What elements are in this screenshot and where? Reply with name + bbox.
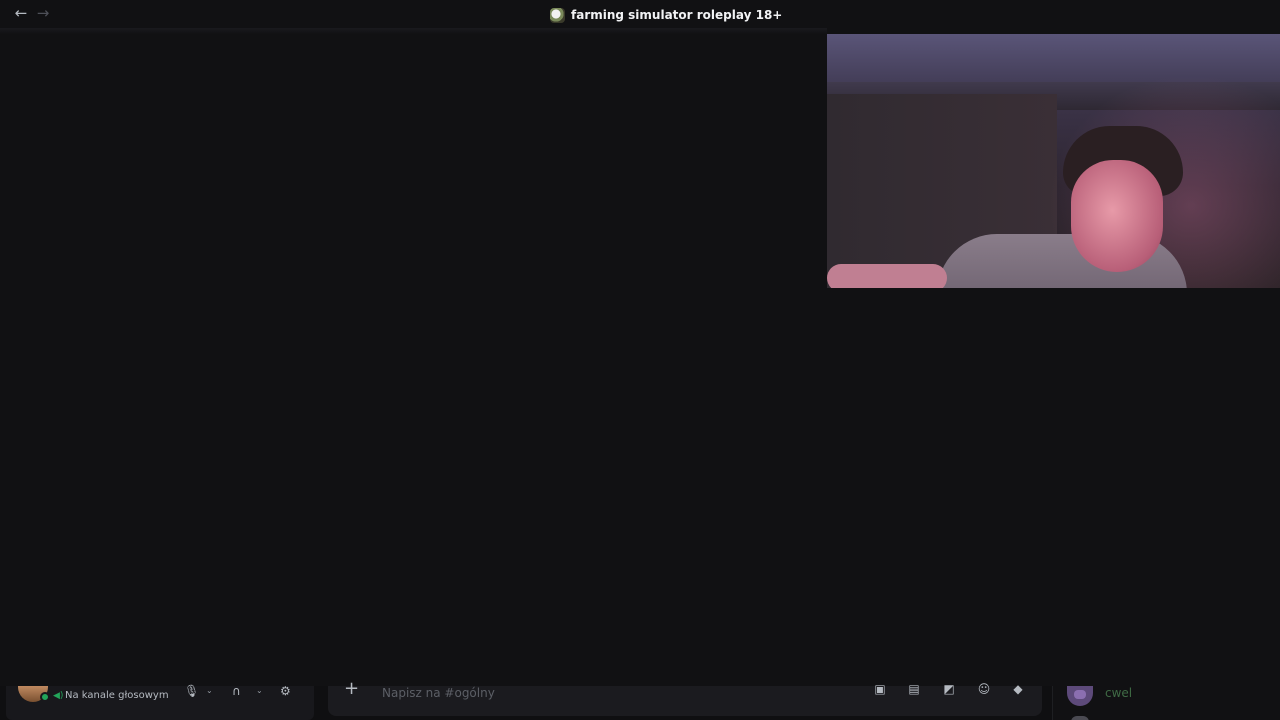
online-status-indicator: [40, 692, 50, 702]
message-input[interactable]: [382, 686, 822, 700]
sticker-icon[interactable]: ◩: [941, 683, 957, 696]
member-name[interactable]: cwel: [1105, 686, 1132, 700]
voice-call-stage: [0, 34, 1280, 686]
headphones-icon[interactable]: ∩: [232, 685, 241, 700]
apps-icon[interactable]: ◆: [1010, 683, 1026, 696]
voice-status-text: Na kanale głosowym: [65, 690, 169, 701]
plus-icon[interactable]: +: [344, 680, 359, 698]
title-bar: ← → farming simulator roleplay 18+: [0, 0, 1280, 28]
member-list: cwel: [1052, 686, 1280, 720]
arrow-right-icon[interactable]: →: [34, 4, 52, 22]
gear-icon[interactable]: ⚙: [280, 685, 291, 700]
server-avatar-icon: [550, 7, 565, 23]
gif-icon[interactable]: ▤: [906, 683, 922, 696]
gift-icon[interactable]: ▣: [872, 683, 888, 696]
member-avatar[interactable]: [1071, 716, 1089, 720]
discord-logo-icon[interactable]: [1067, 686, 1093, 706]
bottom-bar: ◀) Na kanale głosowym 🎙 ⌄ ∩ ⌄ ⚙ + ▣ ▤ ◩ …: [0, 680, 1280, 720]
chevron-down-icon[interactable]: ⌄: [206, 686, 213, 700]
server-name: farming simulator roleplay 18+: [571, 8, 783, 22]
arrow-left-icon[interactable]: ←: [12, 4, 30, 22]
server-title: farming simulator roleplay 18+: [550, 6, 782, 24]
message-composer: + ▣ ▤ ◩ ☺ ◆: [328, 680, 1042, 716]
speaker-icon: ◀): [53, 691, 64, 701]
webcam-tile[interactable]: [827, 34, 1280, 288]
emoji-icon[interactable]: ☺: [976, 683, 992, 696]
discord-window: ← → farming simulator roleplay 18+ ◀) Na…: [0, 0, 1280, 720]
microphone-icon[interactable]: 🎙: [184, 685, 199, 700]
user-panel: ◀) Na kanale głosowym 🎙 ⌄ ∩ ⌄ ⚙: [6, 685, 314, 720]
cam-person-arm: [827, 264, 947, 288]
chevron-down-icon[interactable]: ⌄: [256, 686, 263, 700]
cam-person-face: [1071, 160, 1163, 272]
